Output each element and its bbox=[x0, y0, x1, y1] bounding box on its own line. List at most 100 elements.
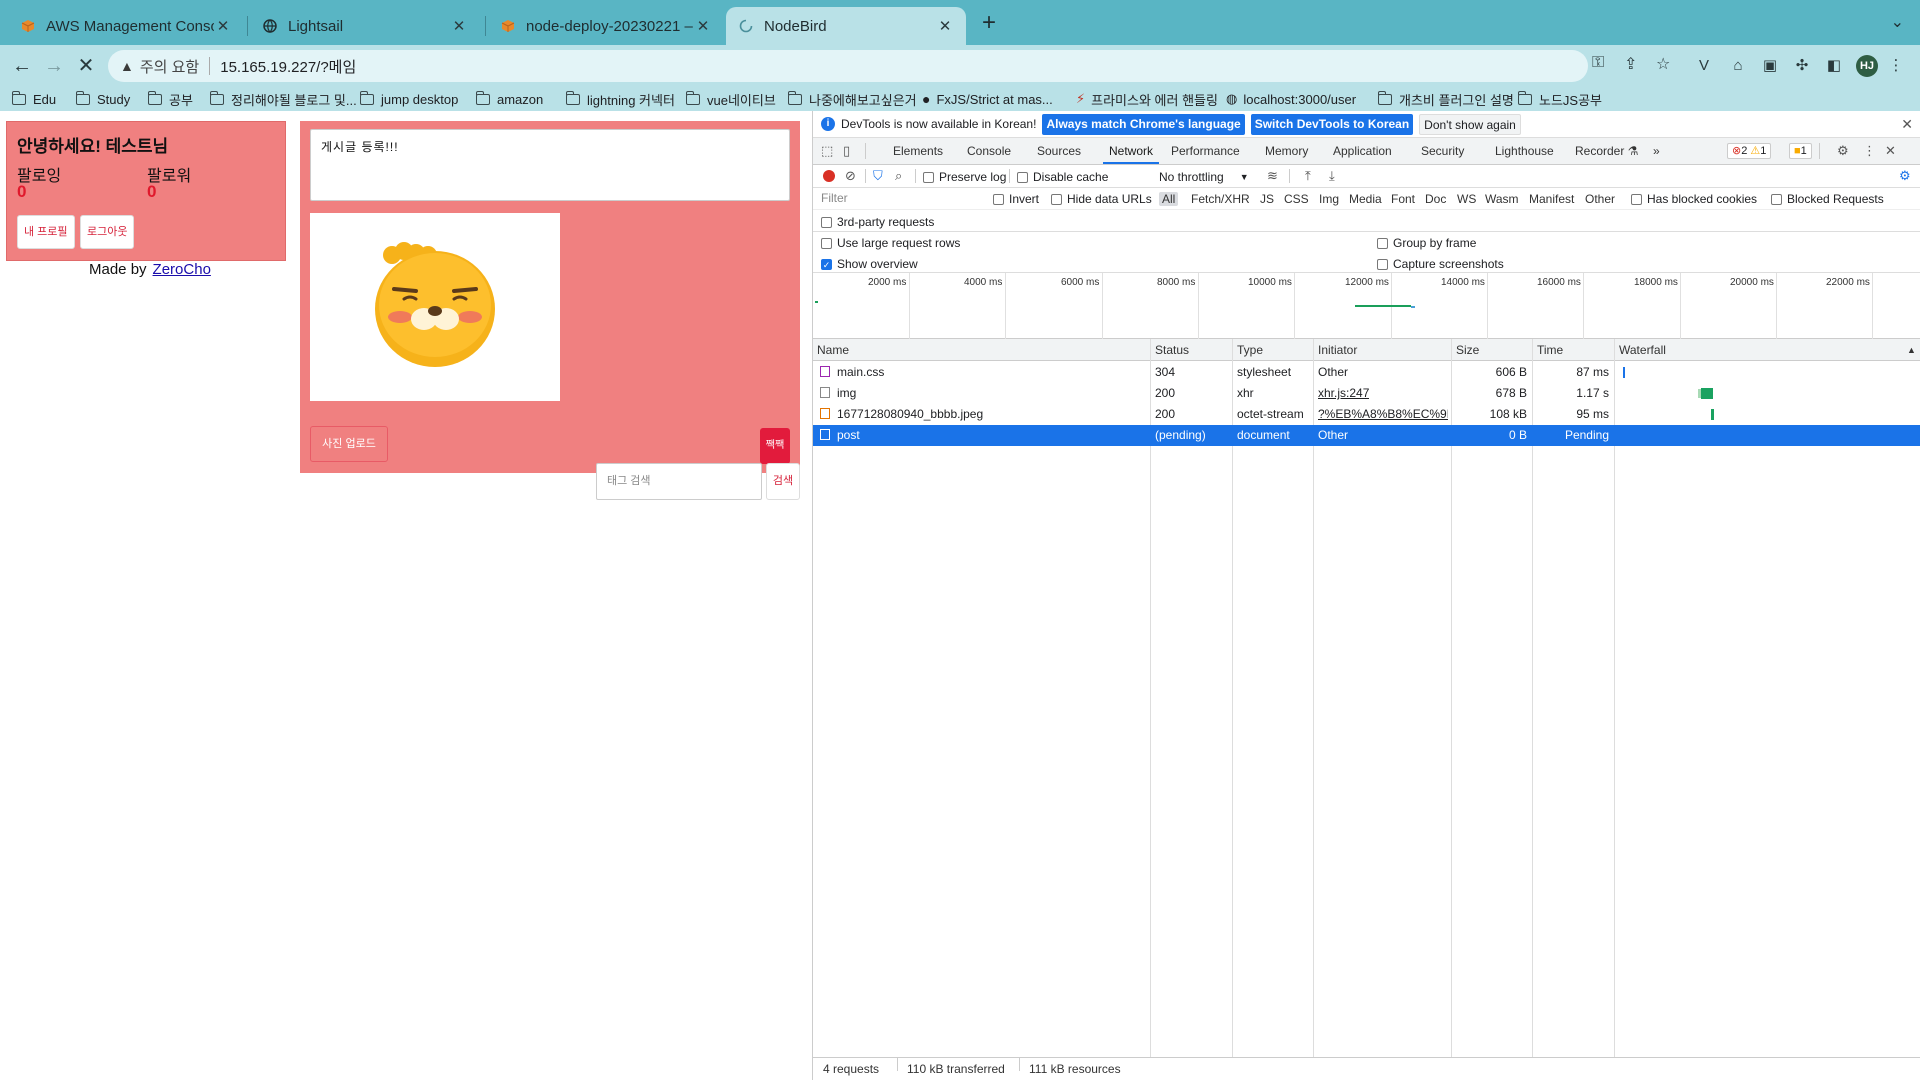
tab-security[interactable]: Security bbox=[1421, 138, 1464, 164]
show-overview-checkbox[interactable]: ✓ Show overview bbox=[821, 257, 918, 271]
bookmark-folder[interactable]: 공부 bbox=[147, 89, 193, 109]
third-party-checkbox[interactable]: 3rd-party requests bbox=[821, 215, 934, 229]
bookmark-link[interactable]: ● FxJS/Strict at mas... bbox=[922, 89, 1053, 109]
clear-icon[interactable]: ⊘ bbox=[845, 168, 856, 184]
column-name[interactable]: Name bbox=[813, 339, 849, 361]
close-icon[interactable]: ✕ bbox=[1885, 143, 1896, 159]
match-language-button[interactable]: Always match Chrome's language bbox=[1042, 113, 1245, 135]
sort-up-icon[interactable]: ▲ bbox=[1903, 339, 1916, 361]
bookmark-folder[interactable]: vue네이티브 bbox=[685, 89, 776, 109]
bookmark-link[interactable]: ◍ localhost:3000/user bbox=[1226, 89, 1356, 109]
filter-other[interactable]: Other bbox=[1585, 192, 1615, 206]
filter-ws[interactable]: WS bbox=[1457, 192, 1476, 206]
bookmark-folder[interactable]: 개츠비 플러그인 설명 bbox=[1377, 89, 1514, 109]
table-row-selected[interactable]: post (pending) document Other 0 B Pendin… bbox=[813, 425, 1920, 446]
share-icon[interactable]: ⇪ bbox=[1624, 54, 1637, 74]
close-icon[interactable]: ✕ bbox=[214, 17, 232, 35]
tag-search-input[interactable]: 태그 검색 bbox=[596, 463, 762, 500]
bookmark-folder[interactable]: 노드JS공부 bbox=[1517, 89, 1602, 109]
error-badge[interactable]: ⊗2 ⚠1 bbox=[1727, 143, 1772, 159]
bookmark-folder[interactable]: 정리해야될 블로그 및... bbox=[209, 89, 357, 109]
gear-icon[interactable]: ⚙ bbox=[1837, 143, 1849, 159]
group-by-frame-checkbox[interactable]: Group by frame bbox=[1377, 236, 1476, 250]
dont-show-again-button[interactable]: Don't show again bbox=[1419, 113, 1521, 135]
inspect-icon[interactable]: ⬚ bbox=[821, 143, 833, 159]
tab-nodebird[interactable]: NodeBird ✕ bbox=[726, 7, 966, 45]
logout-button[interactable]: 로그아웃 bbox=[80, 215, 135, 249]
bookmark-folder[interactable]: Study bbox=[75, 89, 130, 109]
tab-lighthouse[interactable]: Lighthouse bbox=[1495, 138, 1554, 164]
export-har-icon[interactable]: ⤓ bbox=[1329, 168, 1335, 184]
bookmark-folder[interactable]: jump desktop bbox=[359, 89, 458, 109]
extension-icon[interactable]: ⌂ bbox=[1728, 55, 1748, 75]
tab-application[interactable]: Application bbox=[1333, 138, 1392, 164]
switch-korean-button[interactable]: Switch DevTools to Korean bbox=[1250, 113, 1414, 135]
zerocho-link[interactable]: ZeroCho bbox=[153, 261, 211, 278]
kebab-menu-icon[interactable]: ⋮ bbox=[1886, 55, 1906, 75]
filter-img[interactable]: Img bbox=[1319, 192, 1339, 206]
large-rows-checkbox[interactable]: Use large request rows bbox=[821, 236, 960, 250]
tab-recorder[interactable]: Recorder ⚗ bbox=[1575, 138, 1638, 164]
record-icon[interactable] bbox=[823, 170, 835, 182]
has-blocked-cookies-checkbox[interactable]: Has blocked cookies bbox=[1631, 192, 1757, 206]
search-icon[interactable]: ⌕ bbox=[895, 168, 902, 184]
column-size[interactable]: Size bbox=[1452, 339, 1479, 361]
bookmark-folder[interactable]: 나중에해보고싶은거 bbox=[787, 89, 917, 109]
chevron-down-icon[interactable]: ⌄ bbox=[1891, 12, 1904, 32]
key-icon[interactable]: ⚿ bbox=[1592, 54, 1604, 72]
tab-lightsail[interactable]: Lightsail ✕ bbox=[250, 7, 480, 45]
filter-js[interactable]: JS bbox=[1260, 192, 1274, 206]
tag-search-button[interactable]: 검색 bbox=[766, 463, 800, 500]
media-icon[interactable]: ▣ bbox=[1760, 55, 1780, 75]
table-row[interactable]: main.css 304 stylesheet Other 606 B 87 m… bbox=[813, 362, 1920, 383]
bookmark-folder[interactable]: Edu bbox=[11, 89, 56, 109]
bookmark-folder[interactable]: lightning 커넥터 bbox=[565, 89, 675, 109]
upload-photo-button[interactable]: 사진 업로드 bbox=[310, 426, 388, 462]
back-arrow-icon[interactable]: ← bbox=[10, 54, 34, 78]
filter-doc[interactable]: Doc bbox=[1425, 192, 1446, 206]
blocked-requests-checkbox[interactable]: Blocked Requests bbox=[1771, 192, 1884, 206]
bookmark-link[interactable]: ⚡ 프라미스와 에러 핸들링 bbox=[1076, 89, 1218, 109]
filter-icon[interactable]: ⛉ bbox=[873, 168, 883, 184]
tab-node-deploy[interactable]: node-deploy-20230221 – Term ✕ bbox=[488, 7, 724, 45]
import-har-icon[interactable]: ⤒ bbox=[1305, 168, 1311, 184]
more-tabs-icon[interactable]: » bbox=[1653, 138, 1660, 164]
sidebar-icon[interactable]: ◧ bbox=[1824, 55, 1844, 75]
puzzle-icon[interactable]: ✣ bbox=[1792, 55, 1812, 75]
bookmark-folder[interactable]: amazon bbox=[475, 89, 543, 109]
filter-all[interactable]: All bbox=[1159, 192, 1179, 206]
column-waterfall[interactable]: Waterfall bbox=[1615, 339, 1666, 361]
tab-performance[interactable]: Performance bbox=[1171, 138, 1240, 164]
device-toolbar-icon[interactable]: ▯ bbox=[843, 143, 850, 159]
post-textarea[interactable]: 게시글 등록!!! bbox=[310, 129, 790, 201]
table-row[interactable]: 1677128080940_bbbb.jpeg 200 octet-stream… bbox=[813, 404, 1920, 425]
network-conditions-icon[interactable]: ≋ bbox=[1267, 168, 1278, 184]
kebab-menu-icon[interactable]: ⋮ bbox=[1863, 143, 1876, 159]
column-status[interactable]: Status bbox=[1151, 339, 1189, 361]
avatar[interactable]: HJ bbox=[1856, 55, 1878, 77]
forward-arrow-icon[interactable]: → bbox=[42, 54, 66, 78]
star-icon[interactable]: ☆ bbox=[1656, 54, 1670, 74]
filter-input[interactable]: Filter bbox=[817, 191, 977, 207]
address-bar[interactable]: ▲ 주의 요함 15.165.19.227/?메임 bbox=[108, 50, 1588, 82]
security-label[interactable]: 주의 요함 bbox=[140, 56, 199, 77]
disable-cache-checkbox[interactable]: Disable cache bbox=[1017, 170, 1108, 184]
submit-post-button[interactable]: 짹짹 bbox=[760, 428, 790, 464]
filter-font[interactable]: Font bbox=[1391, 192, 1415, 206]
my-profile-button[interactable]: 내 프로필 bbox=[17, 215, 75, 249]
vue-devtools-icon[interactable]: V bbox=[1694, 55, 1714, 75]
close-icon[interactable]: ✕ bbox=[936, 17, 954, 35]
invert-checkbox[interactable]: Invert bbox=[993, 192, 1039, 206]
network-settings-gear-icon[interactable]: ⚙ bbox=[1899, 168, 1911, 184]
preserve-log-checkbox[interactable]: Preserve log bbox=[923, 170, 1006, 184]
filter-manifest[interactable]: Manifest bbox=[1529, 192, 1574, 206]
url-text[interactable]: 15.165.19.227/?메임 bbox=[220, 56, 356, 77]
column-initiator[interactable]: Initiator bbox=[1314, 339, 1357, 361]
close-icon[interactable]: ✕ bbox=[1901, 116, 1913, 133]
request-initiator[interactable]: ?%EB%A8%B8%EC%9E... bbox=[1318, 404, 1448, 425]
hide-data-urls-checkbox[interactable]: Hide data URLs bbox=[1051, 192, 1152, 206]
tab-network[interactable]: Network bbox=[1103, 138, 1160, 164]
network-overview-timeline[interactable]: 2000 ms 4000 ms 6000 ms 8000 ms 10000 ms… bbox=[813, 273, 1920, 339]
capture-screenshots-checkbox[interactable]: Capture screenshots bbox=[1377, 257, 1504, 271]
filter-media[interactable]: Media bbox=[1349, 192, 1382, 206]
